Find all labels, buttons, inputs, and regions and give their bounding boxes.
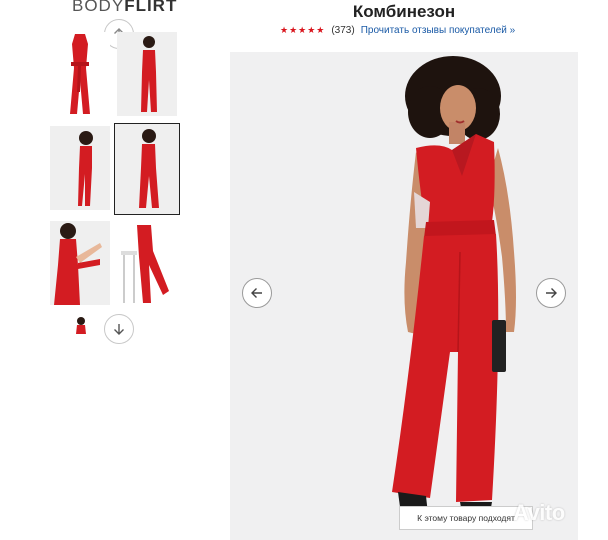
brand-logo: BODYFLIRT <box>72 0 177 16</box>
main-product-image <box>230 52 578 540</box>
prev-image-button[interactable] <box>242 278 272 308</box>
thumbnail-6[interactable] <box>117 221 177 305</box>
brand-logo-light: BODY <box>72 0 125 15</box>
chevron-down-icon <box>114 324 124 335</box>
scroll-down-button[interactable] <box>104 314 134 344</box>
arrow-right-icon <box>546 288 557 298</box>
avito-watermark: Avito <box>513 500 565 526</box>
review-count: (373) <box>331 25 355 36</box>
thumbnail-2[interactable] <box>117 32 177 116</box>
rating-row: ★★★★★ (373) Прочитать отзывы покупателей… <box>280 25 515 36</box>
thumbnail-4-selected[interactable] <box>114 123 180 215</box>
thumbnail-3[interactable] <box>50 126 110 210</box>
thumbnail-5[interactable] <box>50 221 110 305</box>
thumbnail-7[interactable] <box>72 316 90 334</box>
model-illustration <box>392 56 516 524</box>
rating-stars: ★★★★★ <box>280 25 326 35</box>
watermark-text: Avito <box>513 500 565 525</box>
brand-logo-bold: FLIRT <box>124 0 178 15</box>
thumbnail-1[interactable] <box>50 32 110 116</box>
next-image-button[interactable] <box>536 278 566 308</box>
product-title: Комбинезон <box>352 2 456 21</box>
read-reviews-link[interactable]: Прочитать отзывы покупателей » <box>361 25 515 36</box>
arrow-left-icon <box>251 288 262 298</box>
